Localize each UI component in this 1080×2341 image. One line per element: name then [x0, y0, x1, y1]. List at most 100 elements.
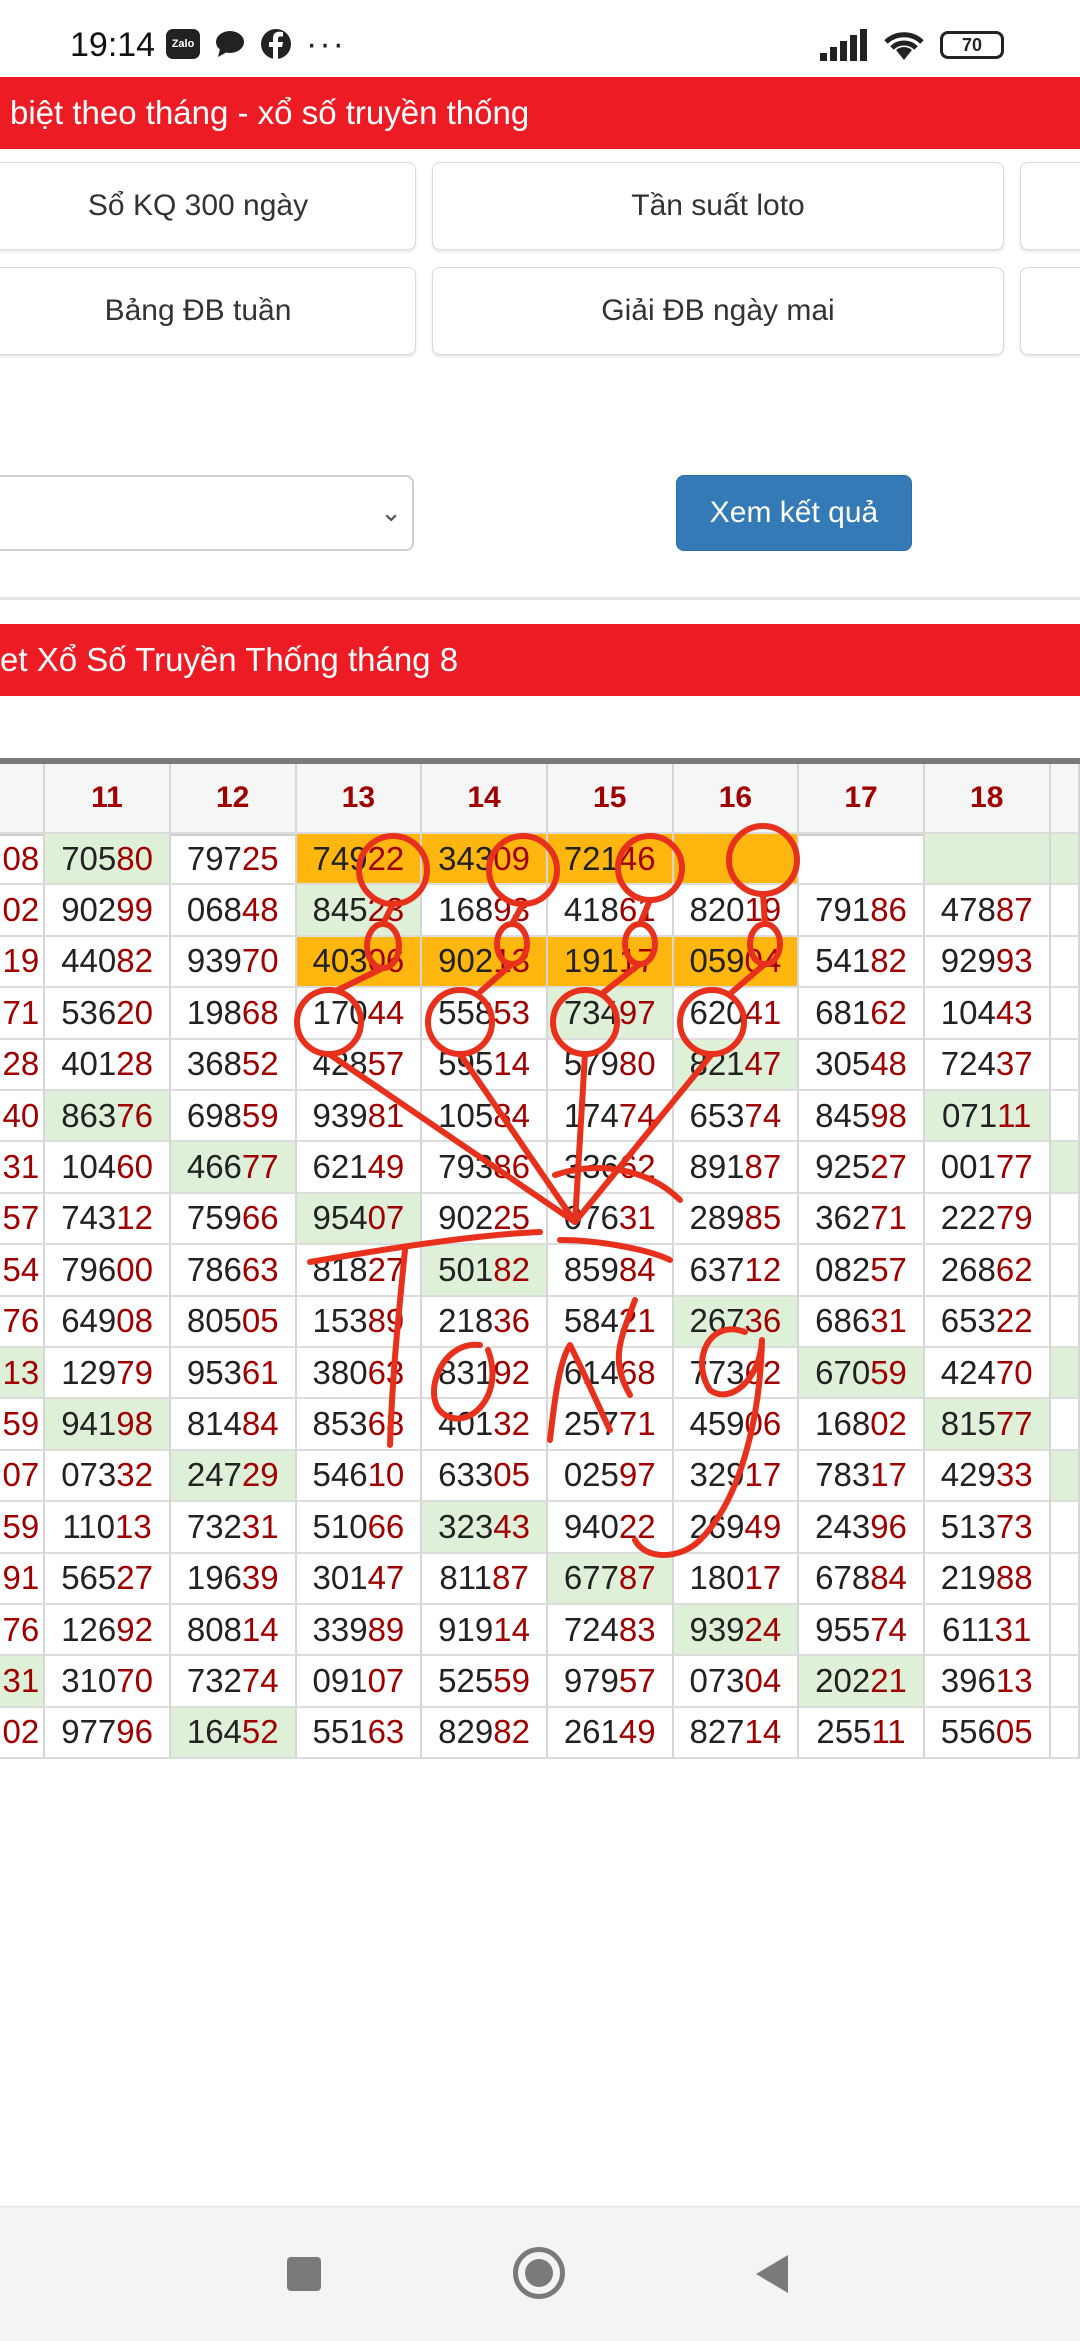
cell-head-digits: 743	[61, 1199, 117, 1237]
cell-tail-digits: 17	[870, 1456, 907, 1494]
cell-head-digits: 814	[186, 1405, 242, 1443]
table-cell: 110 13	[45, 1502, 171, 1554]
table-cell: 821 47	[673, 1039, 800, 1091]
table-cell: 677 87	[547, 1553, 674, 1605]
cell-tail-digits: 13	[115, 1507, 152, 1545]
cell-head-digits: 979	[563, 1662, 619, 1700]
table-cell: 698 59	[170, 1091, 297, 1143]
cell-tail-digits: 83	[618, 1610, 656, 1648]
cell-head-digits: 940	[563, 1507, 619, 1545]
cell-head-digits: 362	[815, 1199, 871, 1237]
section-header-monthly: biệt theo tháng - xổ số truyền thống	[0, 77, 1080, 149]
table-cell-edge	[1050, 1707, 1080, 1760]
link-giai-db-ngay-mai[interactable]: Giải ĐB ngày mai	[432, 267, 1004, 355]
cell-head-digits: 637	[689, 1250, 745, 1288]
link-so-kq-300-ngay[interactable]: Sổ KQ 300 ngày	[0, 162, 416, 250]
table-cell: 637 12	[673, 1245, 800, 1297]
cell-head-digits: 257	[563, 1405, 619, 1443]
chat-bubble-icon	[216, 31, 244, 57]
table-cell: 902 13	[422, 936, 548, 989]
table-cell: 091 07	[296, 1656, 423, 1708]
table-header-cell: 16	[673, 764, 800, 834]
cell-head-digits: 267	[689, 1302, 745, 1340]
cell-head-digits: 859	[563, 1250, 619, 1288]
cell-tail-digits: 52	[241, 1045, 279, 1083]
cell-tail-digits: 68	[241, 993, 279, 1031]
cell-head-digits: 168	[815, 1405, 871, 1443]
table-cell: 941 98	[45, 1399, 171, 1451]
cell-tail-digits: 97	[618, 1456, 656, 1494]
cell-head-digits: 797	[186, 839, 242, 877]
cell-head-digits: 269	[689, 1507, 745, 1545]
cell-head-digits: 336	[563, 1148, 619, 1186]
table-cell: 954 07	[296, 1193, 423, 1246]
table-row: 28 401 28 368 52 428 57 595 14 579 80 821 47 305 48 724…	[0, 1039, 1080, 1091]
table-row: 57 743 12 759 66 954 07 902 25 076 31 289 85 362 71 222…	[0, 1193, 1080, 1246]
cell-head-digits: 546	[312, 1456, 368, 1494]
cell-head-digits: 180	[689, 1559, 745, 1597]
table-cell: 180 17	[673, 1553, 800, 1605]
battery-icon: 70	[940, 31, 1004, 59]
link-partial[interactable]	[1020, 162, 1080, 250]
cell-tail-digits: 93	[995, 942, 1033, 980]
back-icon[interactable]	[756, 2255, 788, 2293]
cell-tail-digits: 05	[493, 1456, 530, 1494]
cell-head-digits: 579	[563, 1045, 619, 1083]
table-cell: 793 86	[422, 1142, 548, 1194]
cell-tail: 07	[2, 1456, 40, 1494]
cell-tail-digits: 32	[116, 1456, 153, 1494]
cell-tail-digits: 05	[241, 1302, 279, 1340]
cell-tail-digits: 57	[367, 1045, 405, 1083]
table-cell: 336 62	[547, 1142, 674, 1194]
table-section-title: et Xổ Số Truyền Thống tháng 8	[0, 641, 459, 678]
table-cell: 261 49	[547, 1707, 674, 1760]
cell-head-digits: 305	[815, 1045, 871, 1083]
table-row: 59 110 13 732 31 510 66 323 43 940 22 269 49 243 96 513…	[0, 1502, 1080, 1554]
table-cell-edge: 28	[0, 1039, 46, 1091]
cell-head-digits: 902	[438, 1199, 494, 1237]
cell-head-digits: 243	[815, 1507, 871, 1545]
home-icon[interactable]	[513, 2247, 565, 2299]
cell-tail-digits: 33	[995, 1456, 1033, 1494]
cell-head-digits: 614	[563, 1353, 619, 1391]
table-cell: 104 43	[924, 988, 1051, 1040]
link-tan-suat-loto[interactable]: Tần suất loto	[432, 162, 1004, 250]
cell-tail-digits: 37	[995, 1045, 1033, 1083]
link-bang-db-tuan[interactable]: Bảng ĐB tuần	[0, 267, 416, 355]
cell-tail-digits: 62	[870, 993, 907, 1031]
cell-tail-digits: 73	[995, 1507, 1033, 1545]
link-partial[interactable]	[1020, 267, 1080, 355]
cell-head-digits: 091	[312, 1662, 368, 1700]
table-cell: 797 25	[170, 834, 297, 886]
cell-head-digits: 724	[563, 1610, 619, 1648]
cell-tail-digits: 89	[367, 1610, 405, 1648]
cell-tail-digits: 96	[870, 1507, 907, 1545]
table-cell: 805 05	[170, 1296, 297, 1348]
table-cell: 595 14	[422, 1039, 548, 1091]
table-header-cell: 18	[924, 764, 1051, 834]
cell-tail-digits: 74	[744, 1096, 782, 1134]
cell-head-digits: 805	[186, 1302, 242, 1340]
cell-head-digits: 076	[563, 1199, 619, 1237]
cell-head-digits: 196	[186, 1559, 242, 1597]
cell-tail-digits: 61	[241, 1353, 279, 1391]
view-results-button[interactable]: Xem kết quả	[676, 475, 912, 551]
cell-head-digits: 222	[940, 1199, 996, 1237]
table-cell: 428 57	[296, 1039, 423, 1091]
table-cell: 202 21	[799, 1656, 925, 1708]
cell-tail-digits: 22	[995, 1302, 1033, 1340]
cell-tail-digits: 28	[116, 1045, 153, 1083]
table-cell-edge	[1050, 834, 1080, 886]
table-cell: 082 57	[799, 1245, 925, 1297]
cell-head-digits: 059	[689, 942, 745, 980]
cell-tail-digits: 04	[744, 942, 782, 980]
cell-tail-digits: 52	[241, 1713, 279, 1751]
month-select[interactable]: ⌄	[0, 475, 414, 551]
recent-apps-icon[interactable]	[287, 2257, 321, 2291]
cell-tail-digits: 06	[744, 1405, 782, 1443]
table-cell: 614 68	[547, 1348, 674, 1400]
cell-head-digits: 424	[940, 1353, 996, 1391]
cell-tail-digits: 62	[618, 1148, 656, 1186]
table-cell-edge: 31	[0, 1656, 46, 1708]
cell-tail-digits: 63	[367, 1713, 405, 1751]
